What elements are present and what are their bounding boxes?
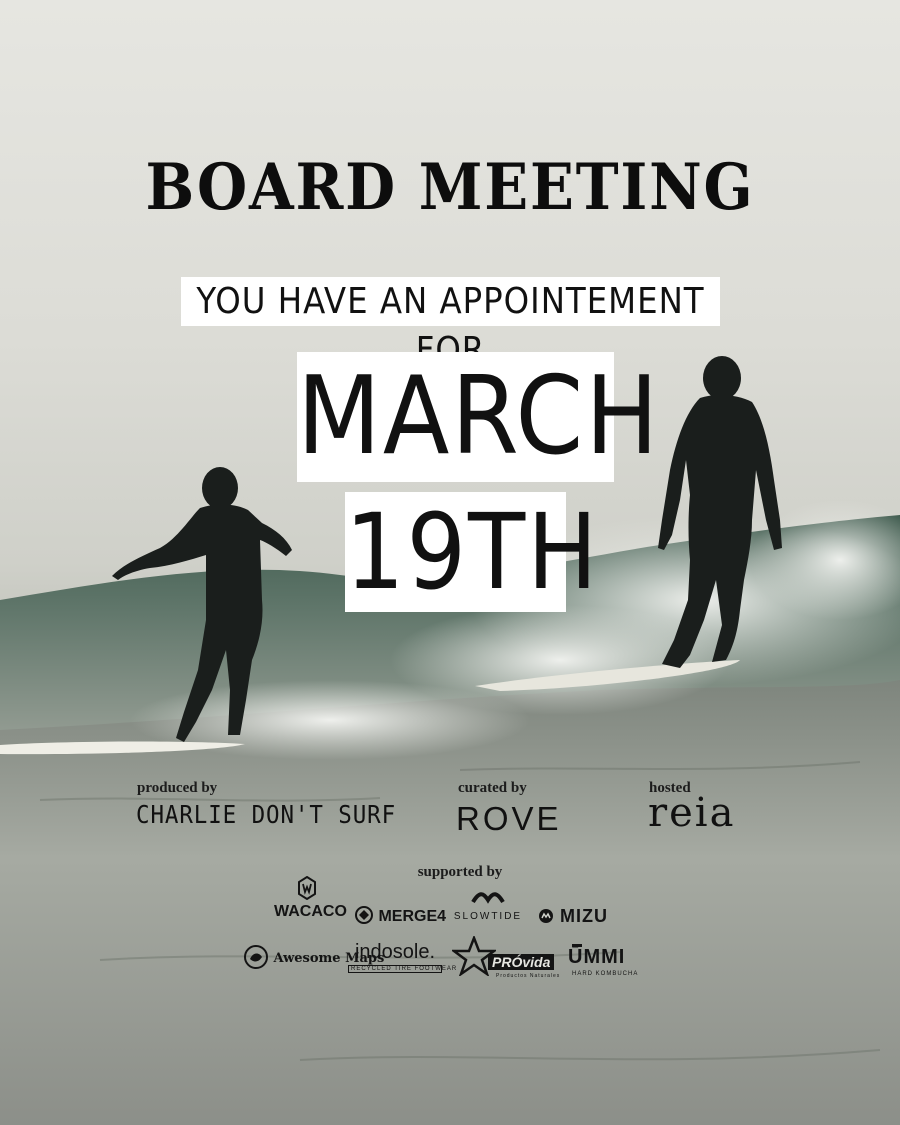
merge4-name: MERGE4 [378,908,447,925]
sponsor-mizu: MIZU [538,906,608,927]
event-poster: BOARD MEETING YOU HAVE AN APPOINTEMENT F… [0,0,900,1125]
supported-by-label: supported by [417,864,503,880]
awesome-maps-logo-icon [244,945,268,969]
sponsor-slowtide: SLOWTIDE [448,890,528,922]
wacaco-name: WACACO [274,903,347,920]
date-day-banner: 19TH [345,492,598,612]
indosole-tagline: RECYCLED TIRE FOOTWEAR [348,965,456,973]
sponsor-ummi: ŪMMI HARD KOMBUCHA [568,944,652,977]
sponsor-merge4: MERGE4 [354,906,446,926]
merge4-logo-icon [355,906,373,924]
ummi-logo-icon [572,944,582,947]
produced-by-label: produced by [137,780,218,796]
host-logo: reia [648,790,736,836]
provida-name: PRÓvida [488,954,555,970]
appointment-banner: YOU HAVE AN APPOINTEMENT FOR [181,277,720,371]
curator-logo: ROVE [456,800,562,837]
provida-tagline: Productos Naturales [496,973,561,979]
date-day: 19TH [345,491,600,613]
date-month: MARCH [297,354,661,479]
sponsor-indosole: indosole. RECYCLED TIRE FOOTWEAR [348,941,456,973]
producer-logo: CHARLIE DON'T SURF [136,800,397,829]
indosole-name: indosole. [354,941,436,963]
mizu-logo-icon [539,909,553,923]
ummi-name: ŪMMI [568,946,626,968]
ummi-tagline: HARD KOMBUCHA [572,971,639,977]
date-month-banner: MARCH [297,352,658,482]
wacaco-logo-icon [298,875,316,901]
mizu-name: MIZU [560,906,609,926]
slowtide-name: SLOWTIDE [453,911,523,922]
event-title: BOARD MEETING [145,150,755,225]
curated-by-label: curated by [458,780,527,796]
sponsor-wacaco: WACACO [274,875,347,921]
wave-logo-icon [471,892,505,904]
